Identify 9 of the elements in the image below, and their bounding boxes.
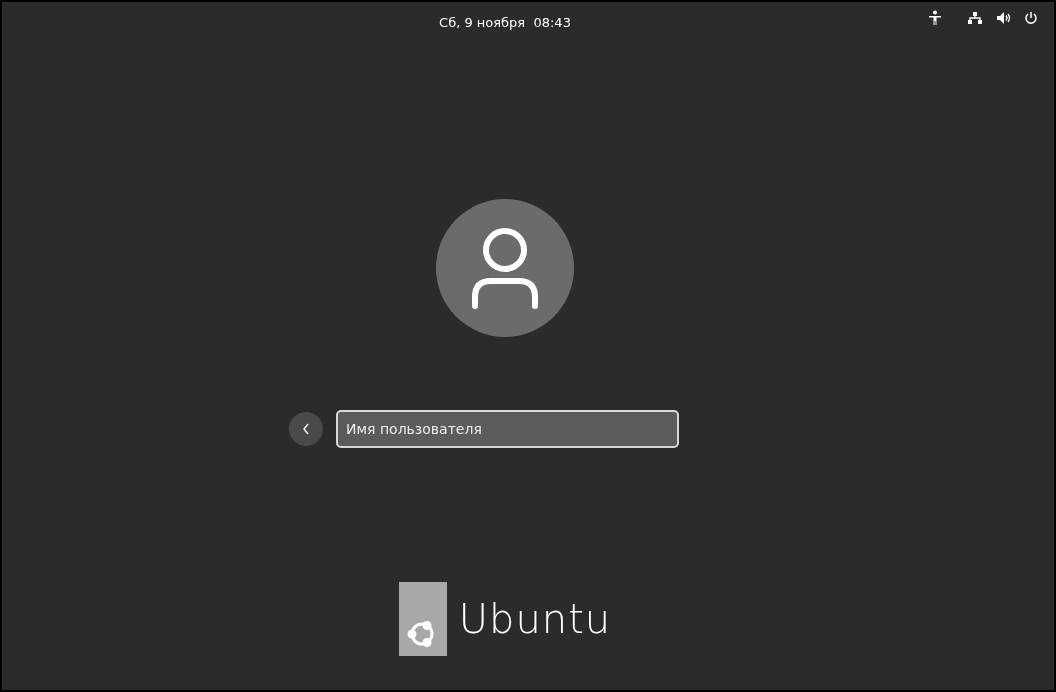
clock[interactable]: Сб, 9 ноября 08:43 [2,15,1008,30]
back-button[interactable] [289,412,323,446]
chevron-left-icon [301,422,311,436]
power-icon[interactable] [1024,11,1038,25]
volume-icon[interactable] [996,11,1012,25]
network-icon[interactable] [968,11,982,25]
accessibility-icon[interactable] [928,10,942,26]
username-field[interactable]: Имя пользователя [336,410,679,448]
logo-text: Ubuntu [458,596,612,642]
